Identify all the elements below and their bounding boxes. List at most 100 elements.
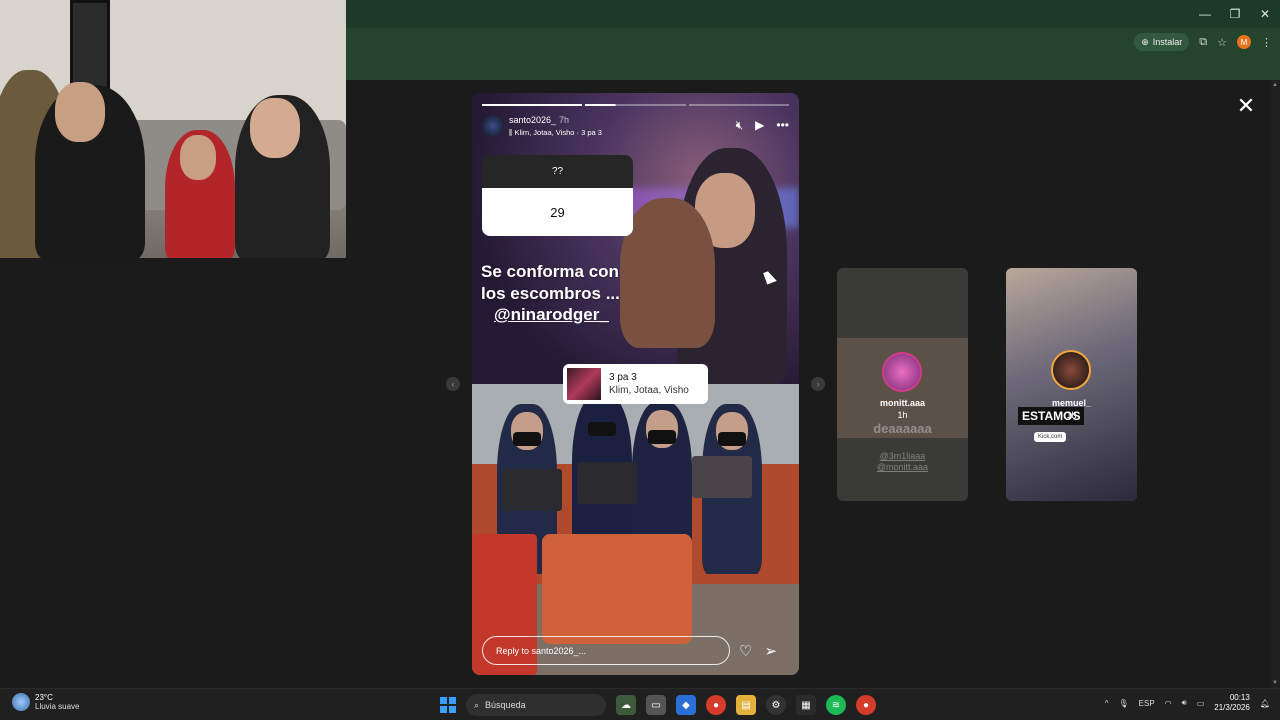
mention-sticker[interactable]: @ninarodger_ [494, 305, 609, 325]
photo-ottoman [542, 534, 692, 644]
scroll-down-icon[interactable]: ▼ [1272, 680, 1278, 686]
story-caption: Se conforma con los escombros ... [481, 262, 620, 303]
previous-story-button[interactable]: ‹ [446, 377, 460, 391]
search-icon: ⌕ [474, 699, 480, 710]
bookmark-star-icon[interactable]: ☆ [1217, 36, 1227, 49]
minimize-button[interactable]: — [1190, 0, 1220, 28]
story-preview-monitt[interactable]: monitt.aaa 1h deaaaaaa @3m1liaaa @monitt… [837, 268, 968, 501]
task-view-icon[interactable]: ▭ [646, 695, 666, 715]
microphone-icon[interactable]: 🎙︎ [1118, 699, 1128, 708]
notifications-icon[interactable]: 🔔︎ [1260, 699, 1270, 708]
weather-widget[interactable]: 23°C Lluvia suave [12, 693, 79, 711]
close-window-button[interactable]: ✕ [1250, 0, 1280, 28]
chrome-icon[interactable]: ● [706, 695, 726, 715]
active-story[interactable]: santo2026_ 7h ⫼ Klim, Jotaa, Visho · 3 pa… [472, 93, 799, 675]
page-scrollbar[interactable]: ▲ ▼ [1270, 80, 1280, 688]
photo-laptop [577, 462, 637, 504]
story-music-text: Klim, Jotaa, Visho · 3 pa 3 [514, 128, 602, 137]
clock-date: 21/3/2026 [1214, 703, 1250, 712]
install-label: Instalar [1152, 37, 1183, 47]
play-icon[interactable]: ▶ [755, 118, 764, 133]
windows-taskbar: 23°C Lluvia suave ⌕ Búsqueda ☁ ▭ ◆ ● ▤ ⚙… [0, 688, 1280, 720]
file-explorer-icon[interactable]: ▤ [736, 695, 756, 715]
window-controls: — ❐ ✕ [1190, 0, 1280, 28]
preview-link-sticker: Kick.com [1034, 432, 1067, 442]
scroll-up-icon[interactable]: ▲ [1272, 82, 1278, 88]
album-cover [567, 368, 601, 400]
taskbar-apps: ⌕ Búsqueda ☁ ▭ ◆ ● ▤ ⚙ ▦ ≋ ● [440, 694, 876, 716]
question-text: ?? [482, 155, 633, 188]
preview-text: deaaaaaa [873, 421, 932, 436]
maximize-button[interactable]: ❐ [1220, 0, 1250, 28]
mute-icon[interactable]: 🔇︎ [736, 118, 744, 133]
tray-chevron-icon[interactable]: ^ [1105, 699, 1109, 708]
progress-segment [688, 104, 789, 106]
webcam-face [250, 98, 300, 158]
clock-time: 00:13 [1229, 693, 1250, 702]
chevron-left-icon: ‹ [451, 379, 455, 389]
preview-avatar [882, 352, 922, 392]
system-tray: ^ 🎙︎ ESP ◠ 🔊︎ ▭ 00:13 21/3/2026 🔔︎ [1105, 693, 1270, 713]
more-icon[interactable]: ••• [776, 118, 789, 133]
webcam-overlay [0, 0, 346, 258]
heart-icon[interactable]: ♡ [739, 642, 752, 660]
music-sticker[interactable]: 3 pa 3 Klim, Jotaa, Visho [563, 364, 708, 404]
weather-temperature: 23°C [35, 693, 53, 702]
story-header: santo2026_ 7h ⫼ Klim, Jotaa, Visho · 3 pa… [482, 115, 789, 139]
start-button[interactable] [440, 697, 456, 713]
preview-username: monitt.aaa [879, 398, 925, 408]
browser-menu-icon[interactable]: ⋮ [1261, 36, 1272, 49]
story-avatar[interactable] [482, 115, 504, 137]
wifi-icon[interactable]: ◠ [1165, 699, 1172, 708]
send-icon[interactable]: ➢ [764, 642, 777, 660]
webcam-face [55, 82, 105, 142]
story-progress-bar [482, 104, 789, 106]
clock[interactable]: 00:13 21/3/2026 [1214, 693, 1250, 713]
volume-icon[interactable]: 🔊︎ [1182, 698, 1187, 708]
widgets-app-icon[interactable]: ☁ [616, 695, 636, 715]
story-username[interactable]: santo2026_ [509, 115, 556, 125]
preview-mention: @3m1liaaa [879, 451, 926, 461]
reply-input[interactable]: Reply to santo2026_... [482, 636, 730, 665]
translate-icon[interactable]: ⧉ [1199, 36, 1207, 49]
preview-time: 1h [897, 410, 908, 420]
search-label: Búsqueda [485, 700, 526, 710]
install-button[interactable]: ⊕ Instalar [1134, 33, 1190, 51]
next-story-button[interactable]: › [811, 377, 825, 391]
desktop: — ❐ ✕ ⊕ Instalar ⧉ ☆ M ⋮ ▲ ▼ ✕ santo2026… [0, 0, 1280, 720]
preview-mention: @monitt.aaa [876, 462, 929, 472]
settings-icon[interactable]: ⚙ [766, 695, 786, 715]
question-sticker[interactable]: ?? 29 [482, 155, 633, 236]
photo-laptop [692, 456, 752, 498]
weather-description: Lluvia suave [35, 702, 80, 711]
language-indicator[interactable]: ESP [1139, 699, 1155, 708]
close-viewer-button[interactable]: ✕ [1234, 93, 1258, 118]
progress-segment [482, 104, 583, 106]
chevron-right-icon: › [816, 379, 820, 389]
copilot-icon[interactable]: ◆ [676, 695, 696, 715]
battery-icon[interactable]: ▭ [1197, 699, 1205, 708]
webcam-face [180, 135, 216, 180]
story-time: 7h [559, 115, 570, 125]
chrome-profile-icon[interactable]: ● [856, 695, 876, 715]
answer-text: 29 [482, 188, 633, 236]
story-preview-memuel[interactable]: memuel_ ESTAMOS 1h Kick.com [1006, 268, 1137, 501]
story-music-line[interactable]: ⫼ Klim, Jotaa, Visho · 3 pa 3 [509, 128, 602, 138]
music-title: 3 pa 3 [609, 372, 637, 383]
preview-avatar [1051, 350, 1091, 390]
music-artist: Klim, Jotaa, Visho [609, 385, 689, 396]
story-photo-bottom [472, 384, 799, 675]
taskbar-search[interactable]: ⌕ Búsqueda [466, 694, 606, 716]
progress-segment [585, 104, 686, 106]
reply-actions: ♡ ➢ [739, 642, 777, 660]
story-username-line[interactable]: santo2026_ 7h [509, 115, 569, 125]
close-icon: ✕ [1236, 93, 1256, 118]
address-bar-actions: ⊕ Instalar ⧉ ☆ M ⋮ [1134, 32, 1272, 52]
store-icon[interactable]: ▦ [796, 695, 816, 715]
weather-icon [12, 693, 30, 711]
spotify-icon[interactable]: ≋ [826, 695, 846, 715]
wall-picture [70, 0, 110, 90]
preview-time: 1h [1066, 410, 1077, 420]
preview-mentions: @3m1liaaa @monitt.aaa [837, 451, 968, 473]
profile-avatar[interactable]: M [1237, 35, 1251, 49]
